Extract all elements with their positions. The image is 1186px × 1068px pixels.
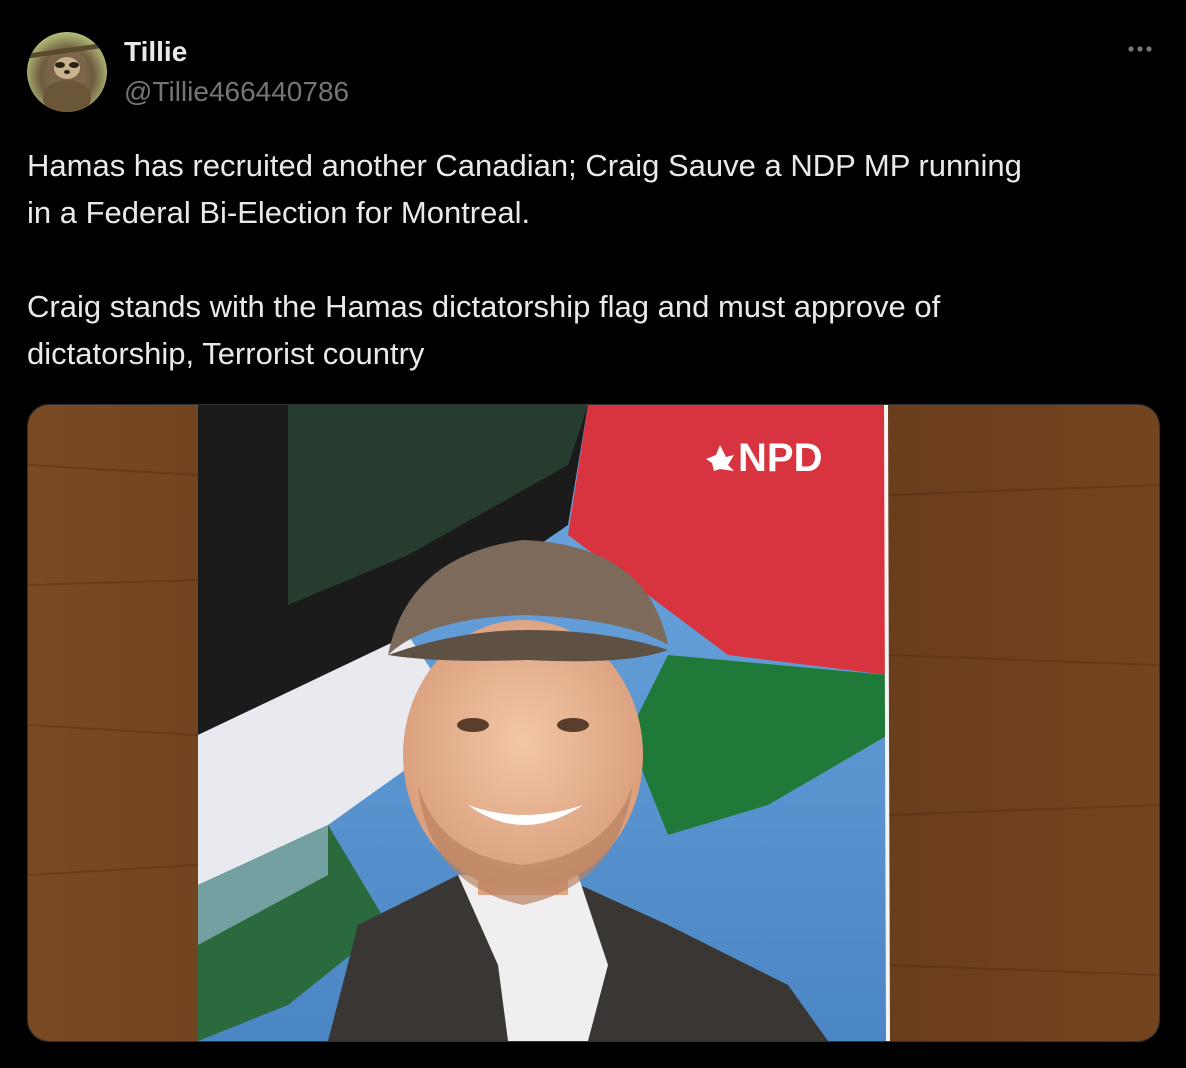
author-avatar[interactable] [27, 32, 107, 112]
poster-logo-text: NPD [738, 436, 822, 480]
author-name[interactable]: Tillie [124, 36, 187, 68]
more-horizontal-icon [1128, 46, 1152, 52]
tweet-media-image[interactable]: NPD [27, 404, 1160, 1042]
more-options-button[interactable] [1122, 34, 1162, 64]
sloth-avatar-icon [27, 42, 107, 112]
tweet-text: Hamas has recruited another Canadian; Cr… [27, 148, 1022, 371]
campaign-poster-photo: NPD [28, 405, 1159, 1041]
tweet: Tillie @Tillie466440786 Hamas has recrui… [0, 0, 1186, 1068]
campaign-poster: NPD [198, 405, 888, 1041]
author-handle[interactable]: @Tillie466440786 [124, 76, 349, 108]
